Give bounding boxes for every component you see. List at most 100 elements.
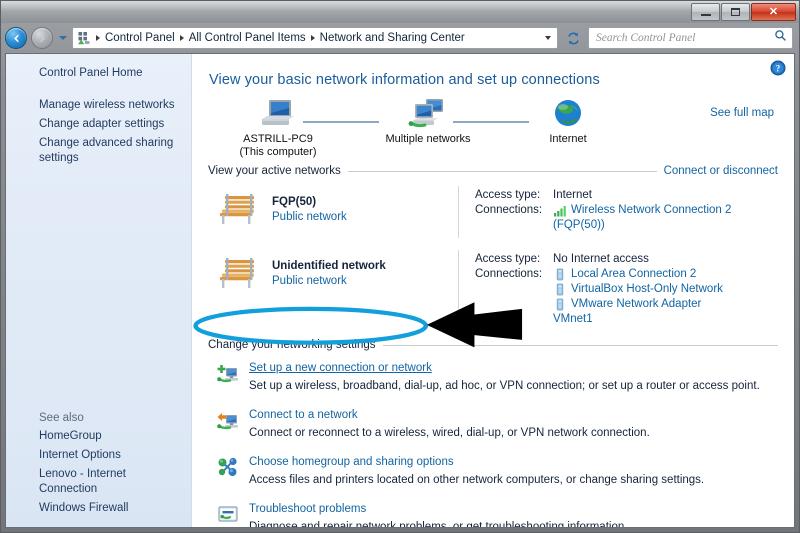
breadcrumb-item-control-panel[interactable]: Control Panel [102, 31, 178, 45]
sidebar-item-control-panel-home[interactable]: Control Panel Home [6, 64, 191, 83]
network-map-node-internet[interactable]: Internet [508, 97, 628, 146]
search-input[interactable] [596, 32, 774, 44]
ethernet-icon [553, 283, 567, 297]
search-box[interactable] [588, 27, 793, 49]
close-button[interactable]: ✕ [751, 3, 796, 21]
breadcrumb-bar[interactable]: Control Panel All Control Panel Items Ne… [72, 27, 558, 49]
network-map-node-computer[interactable]: ASTRILL-PC9 (This computer) [218, 97, 338, 159]
connections-list: Local Area Connection 2 VirtualBox Host-… [553, 267, 723, 327]
recent-pages-button[interactable] [57, 36, 68, 40]
active-network-row: FQP(50) Public network Access type: Inte… [208, 186, 778, 238]
access-type-row: Access type: No Internet access [475, 252, 778, 267]
connect-or-disconnect-link[interactable]: Connect or disconnect [664, 165, 778, 177]
access-type-label: Access type: [475, 253, 541, 265]
network-name-block: FQP(50) Public network [272, 188, 347, 225]
breadcrumb-separator-icon [179, 35, 184, 41]
connection-name-continuation[interactable]: VMnet1 [553, 312, 723, 327]
networking-settings-heading: Change your networking settings [208, 339, 376, 351]
breadcrumb: Control Panel All Control Panel Items Ne… [94, 31, 541, 45]
task-set-up-new-connection[interactable]: Set up a new connection or network Set u… [208, 360, 778, 394]
back-button[interactable] [5, 27, 27, 49]
access-type-value: No Internet access [553, 253, 649, 265]
help-button[interactable]: ? [770, 60, 786, 76]
page-title: View your basic network information and … [209, 72, 600, 88]
network-map-node-multiple-networks[interactable]: Multiple networks [368, 97, 488, 146]
access-type-row: Access type: Internet [475, 188, 778, 203]
sidebar-item-windows-firewall[interactable]: Windows Firewall [6, 499, 191, 518]
forward-arrow-icon [40, 33, 45, 43]
network-type-link[interactable]: Public network [272, 274, 386, 289]
sidebar-item-change-advanced-sharing-settings[interactable]: Change advanced sharing settings [6, 134, 191, 168]
connections-row: Connections: Local Area Connection 2 Vir… [475, 267, 778, 327]
task-description: Set up a wireless, broadband, dial-up, a… [249, 380, 760, 392]
forward-button[interactable] [31, 27, 53, 49]
active-networks-header: View your active networks Connect or dis… [208, 165, 778, 177]
network-identity: FQP(50) Public network [208, 186, 458, 238]
connection-name-continuation[interactable]: (FQP(50)) [553, 218, 731, 233]
section-divider [347, 170, 657, 172]
sidebar-item-lenovo-internet-connection[interactable]: Lenovo - Internet Connection [6, 465, 191, 499]
connection-item[interactable]: Wireless Network Connection 2 [553, 203, 731, 218]
network-map: ASTRILL-PC9 (This computer) Multiple net… [208, 97, 778, 159]
task-title[interactable]: Set up a new connection or network [249, 361, 760, 376]
control-panel-icon [76, 30, 92, 46]
connection-name[interactable]: Local Area Connection 2 [571, 267, 696, 282]
connection-item[interactable]: VirtualBox Host-Only Network [553, 282, 723, 297]
see-full-map-link[interactable]: See full map [710, 107, 774, 119]
task-body: Connect to a network Connect or reconnec… [249, 407, 650, 441]
sidebar-item-internet-options[interactable]: Internet Options [6, 446, 191, 465]
sidebar-item-manage-wireless-networks[interactable]: Manage wireless networks [6, 96, 191, 115]
sidebar-item-homegroup[interactable]: HomeGroup [6, 427, 191, 446]
active-networks-heading: View your active networks [208, 165, 341, 177]
globe-icon [508, 97, 628, 131]
multiple-networks-icon [368, 97, 488, 131]
main-content: ? View your basic network information an… [192, 54, 794, 527]
network-map-node-sublabel: (This computer) [239, 146, 317, 158]
homegroup-icon [216, 454, 240, 478]
task-body: Set up a new connection or network Set u… [249, 360, 760, 394]
task-title[interactable]: Troubleshoot problems [249, 502, 627, 517]
network-details: Access type: No Internet access Connecti… [458, 250, 778, 327]
networking-settings-header: Change your networking settings [208, 339, 778, 351]
network-name: Unidentified network [272, 260, 386, 272]
connection-name[interactable]: VMware Network Adapter [571, 297, 701, 312]
task-connect-to-network[interactable]: Connect to a network Connect or reconnec… [208, 407, 778, 441]
maximize-icon [731, 8, 740, 16]
minimize-icon [700, 14, 711, 16]
close-icon: ✕ [768, 5, 779, 18]
breadcrumb-dropdown-button[interactable] [541, 36, 555, 40]
task-body: Troubleshoot problems Diagnose and repai… [249, 501, 627, 527]
breadcrumb-item-network-sharing-center[interactable]: Network and Sharing Center [317, 31, 468, 45]
svg-text:?: ? [776, 63, 781, 73]
section-divider [382, 344, 778, 346]
task-choose-homegroup[interactable]: Choose homegroup and sharing options Acc… [208, 454, 778, 488]
breadcrumb-separator-icon [310, 35, 315, 41]
public-network-bench-icon [216, 252, 262, 292]
breadcrumb-item-all-items[interactable]: All Control Panel Items [186, 31, 309, 45]
ethernet-icon [553, 298, 567, 312]
minimize-button[interactable] [691, 3, 720, 21]
connection-item[interactable]: Local Area Connection 2 [553, 267, 723, 282]
connection-name[interactable]: VirtualBox Host-Only Network [571, 282, 723, 297]
task-title[interactable]: Connect to a network [249, 408, 650, 423]
task-title[interactable]: Choose homegroup and sharing options [249, 455, 704, 470]
task-troubleshoot-problems[interactable]: Troubleshoot problems Diagnose and repai… [208, 501, 778, 527]
wifi-signal-icon [553, 204, 567, 218]
task-description: Access files and printers located on oth… [249, 474, 705, 486]
connections-list: Wireless Network Connection 2 (FQP(50)) [553, 203, 731, 233]
maximize-button[interactable] [721, 3, 750, 21]
refresh-button[interactable] [562, 27, 584, 49]
network-type-link[interactable]: Public network [272, 210, 347, 225]
connect-network-icon [216, 407, 240, 431]
client-area: Control Panel Home Manage wireless netwo… [5, 53, 795, 528]
connections-label: Connections: [475, 204, 543, 216]
chevron-down-icon [545, 36, 551, 40]
back-arrow-icon [13, 33, 18, 43]
connection-item[interactable]: VMware Network Adapter [553, 297, 723, 312]
connection-name[interactable]: Wireless Network Connection 2 [571, 203, 731, 218]
refresh-icon [567, 32, 579, 44]
sidebar-item-change-adapter-settings[interactable]: Change adapter settings [6, 115, 191, 134]
help-icon: ? [770, 60, 786, 76]
title-bar: ✕ [1, 1, 799, 23]
